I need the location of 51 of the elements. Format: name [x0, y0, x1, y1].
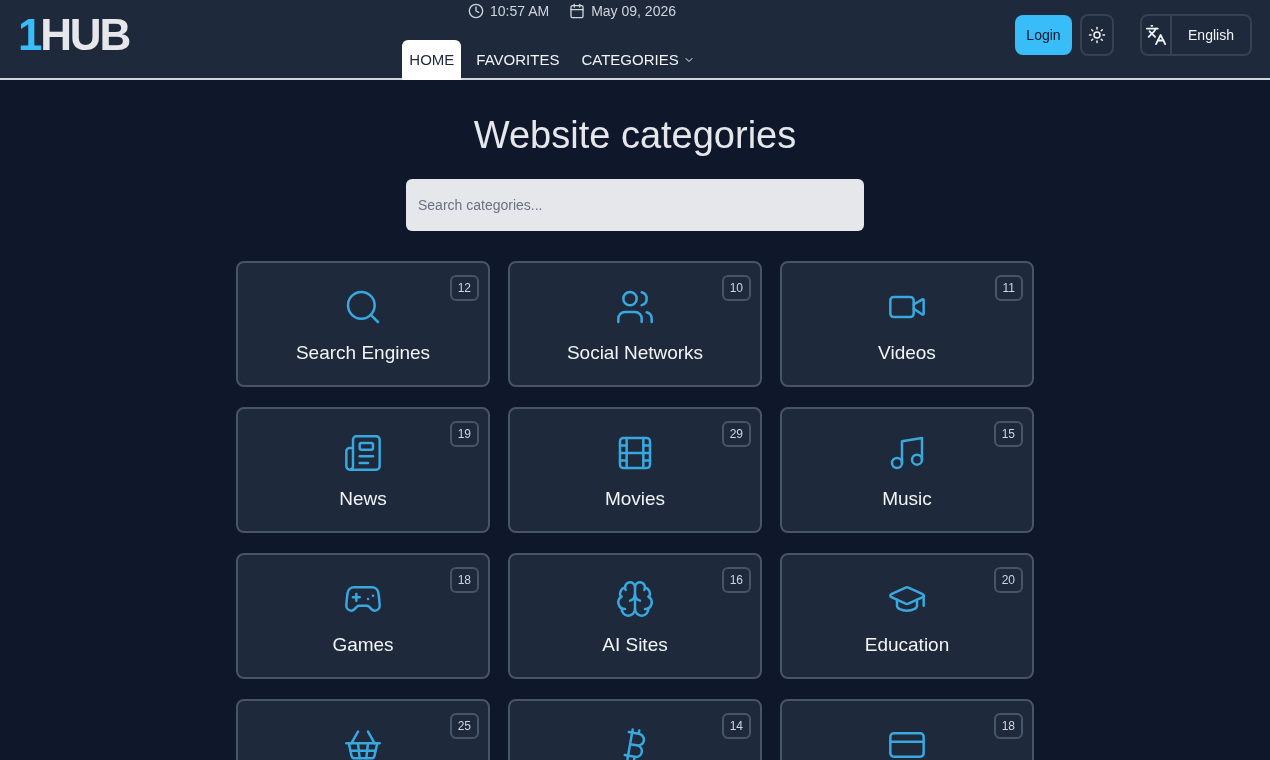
category-card[interactable]: 20 Education — [780, 553, 1034, 679]
category-name: Music — [882, 487, 932, 511]
logo[interactable]: 1HUB — [18, 0, 129, 78]
category-name: News — [339, 487, 387, 511]
nav-tab[interactable]: CATEGORIES — [574, 40, 702, 80]
category-card[interactable]: 12 Search Engines — [236, 261, 490, 387]
page-title: Website categories — [473, 113, 797, 158]
count-badge: 25 — [449, 713, 479, 739]
clock-icon — [468, 3, 484, 19]
category-name: Videos — [878, 341, 936, 365]
search-field[interactable]: Search categories... — [406, 179, 864, 231]
category-card[interactable]: 18 Games — [236, 553, 490, 679]
theme-toggle-button[interactable] — [1080, 14, 1114, 56]
category-card[interactable]: 15 Music — [780, 407, 1034, 533]
login-button[interactable]: Login — [1015, 15, 1072, 55]
category-card[interactable]: 29 Movies — [508, 407, 762, 533]
category-name: Education — [864, 633, 950, 657]
category-name: Movies — [604, 487, 666, 511]
sun-icon — [1088, 26, 1106, 44]
category-name: Games — [332, 633, 394, 657]
count-badge: 18 — [993, 713, 1023, 739]
count-badge: 20 — [993, 567, 1023, 593]
nav-tab[interactable]: FAVORITES — [469, 40, 567, 80]
count-badge: 29 — [721, 421, 751, 447]
count-badge: 11 — [994, 275, 1023, 301]
newspaper-icon — [343, 433, 383, 473]
category-name: AI Sites — [602, 633, 668, 657]
category-card[interactable]: 16 AI Sites — [508, 553, 762, 679]
translate-icon — [1145, 24, 1167, 46]
count-badge: 18 — [449, 567, 479, 593]
calendar-icon — [569, 3, 586, 19]
count-badge: 16 — [721, 567, 751, 593]
category-card[interactable]: 25 — [236, 699, 490, 760]
date-text: May 09, 2026 — [591, 1, 676, 21]
brain-icon — [615, 579, 655, 619]
category-card[interactable]: 19 News — [236, 407, 490, 533]
count-badge: 19 — [449, 421, 479, 447]
language-label: English — [1187, 25, 1235, 45]
count-badge: 15 — [993, 421, 1023, 447]
category-card[interactable]: 11 Videos — [780, 261, 1034, 387]
language-selector[interactable]: English — [1140, 14, 1252, 56]
time-text: 10:57 AM — [490, 1, 550, 21]
count-badge: 10 — [721, 275, 751, 301]
category-name: Search Engines — [295, 341, 431, 365]
category-card[interactable]: 14 — [508, 699, 762, 760]
count-badge: 12 — [449, 275, 479, 301]
category-card[interactable]: 18 — [780, 699, 1034, 760]
count-badge: 14 — [721, 713, 751, 739]
nav-tab[interactable]: HOME — [402, 40, 462, 80]
category-name: Social Networks — [566, 341, 704, 365]
category-card[interactable]: 10 Social Networks — [508, 261, 762, 387]
